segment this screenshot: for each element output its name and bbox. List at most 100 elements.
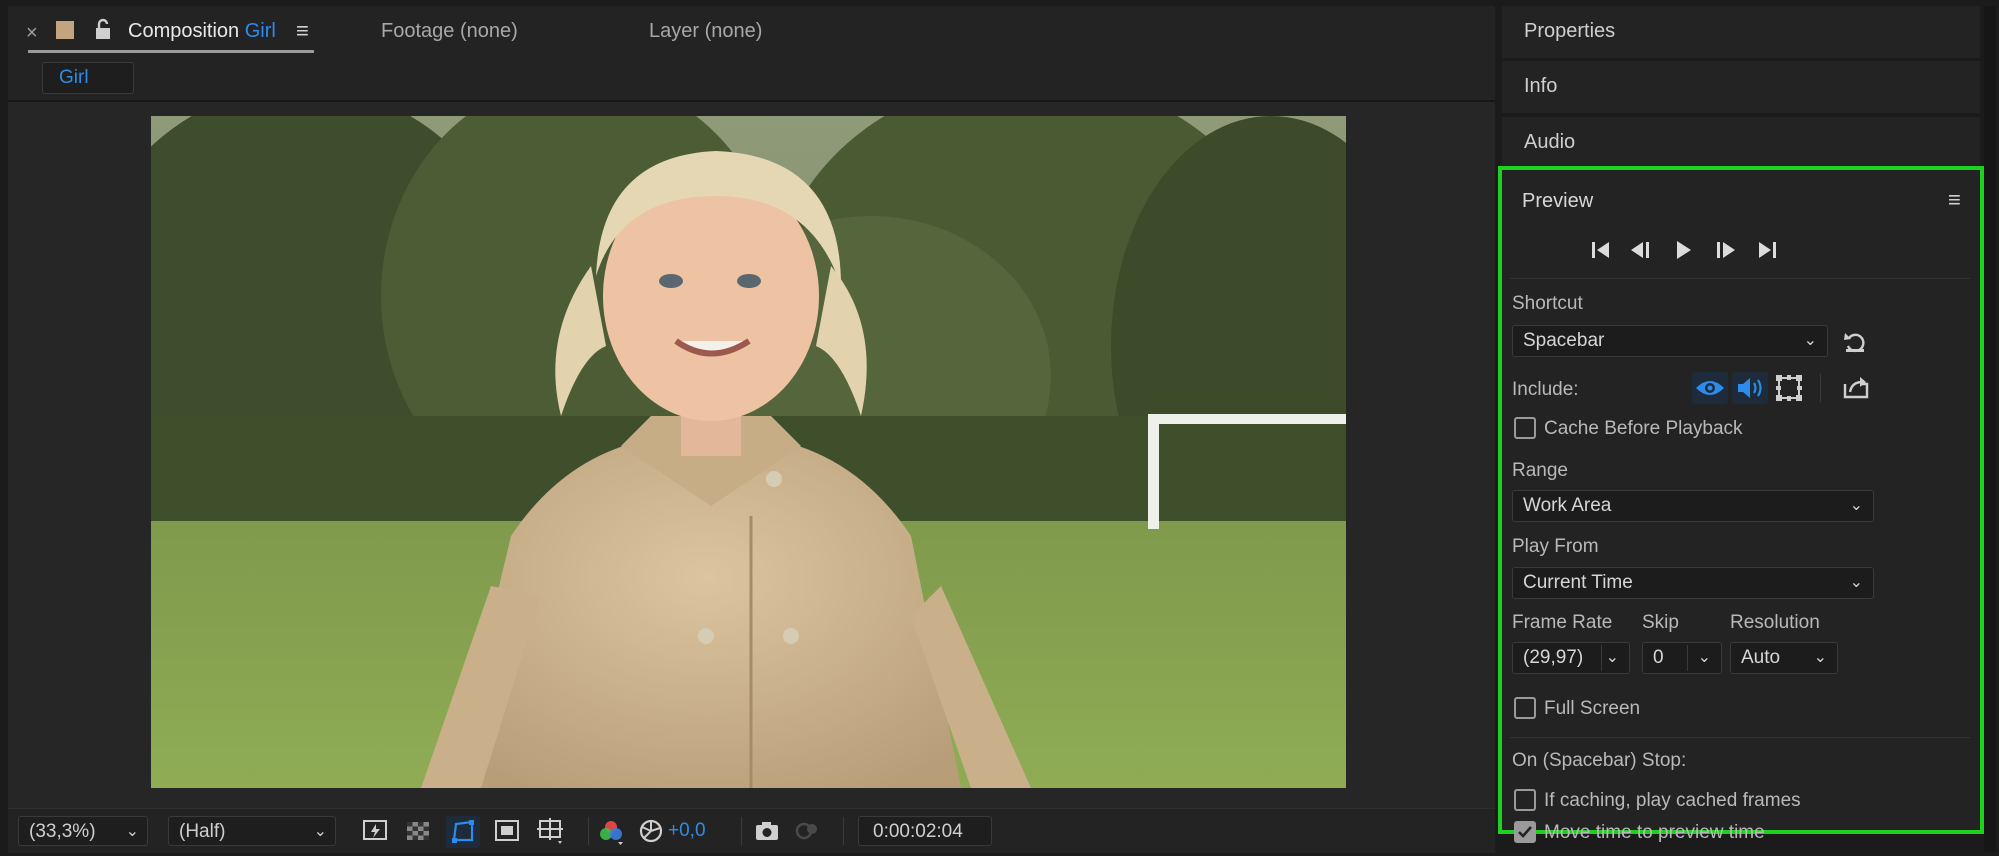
resolution-dropdown[interactable]: Auto ⌄ bbox=[1730, 642, 1838, 674]
eye-icon bbox=[1696, 381, 1724, 395]
play-from-dropdown[interactable]: Current Time ⌄ bbox=[1512, 567, 1874, 599]
mask-path-visibility-icon[interactable] bbox=[446, 816, 480, 848]
toolbar-separator bbox=[741, 817, 742, 845]
previous-frame-icon[interactable] bbox=[1627, 236, 1655, 264]
play-icon[interactable] bbox=[1669, 236, 1697, 264]
color-channels-icon[interactable] bbox=[596, 817, 624, 845]
chevron-down-icon: ⌄ bbox=[1605, 649, 1619, 666]
chevron-down-icon: ⌄ bbox=[1813, 649, 1827, 666]
chevron-down-icon: ⌄ bbox=[1849, 497, 1863, 514]
grid-guides-icon[interactable] bbox=[536, 816, 564, 844]
include-audio-toggle[interactable] bbox=[1732, 372, 1768, 404]
range-value: Work Area bbox=[1523, 495, 1612, 516]
tab-composition[interactable]: Composition Girl bbox=[128, 20, 276, 43]
dropdown-divider bbox=[1601, 645, 1602, 671]
preview-title: Preview bbox=[1522, 190, 1594, 212]
exposure-value[interactable]: +0,0 bbox=[668, 820, 706, 842]
include-overlays-icon[interactable] bbox=[1774, 374, 1804, 402]
transport-controls bbox=[1587, 236, 1827, 266]
next-frame-icon[interactable] bbox=[1711, 236, 1739, 264]
move-time-checkbox[interactable] bbox=[1514, 821, 1536, 843]
panel-menu-icon[interactable]: ≡ bbox=[1948, 187, 1961, 213]
reset-exposure-icon[interactable] bbox=[638, 818, 666, 846]
composition-panel: × Composition Girl ≡ Footage (none) Laye… bbox=[8, 6, 1495, 853]
breadcrumb-label: Girl bbox=[59, 67, 89, 88]
chevron-down-icon: ⌄ bbox=[1697, 649, 1711, 666]
divider bbox=[1510, 737, 1970, 738]
dropdown-divider bbox=[1687, 645, 1688, 671]
shortcut-dropdown[interactable]: Spacebar ⌄ bbox=[1512, 325, 1828, 357]
include-label: Include: bbox=[1512, 379, 1579, 400]
panel-menu-icon[interactable]: ≡ bbox=[296, 18, 309, 44]
transparency-grid-icon[interactable] bbox=[405, 818, 433, 846]
magnification-dropdown[interactable]: (33,3%) ⌄ bbox=[18, 816, 148, 846]
skip-label: Skip bbox=[1642, 612, 1679, 633]
current-time-display[interactable]: 0:00:02:04 bbox=[858, 816, 992, 846]
if-caching-checkbox[interactable] bbox=[1514, 789, 1536, 811]
chevron-down-icon: ⌄ bbox=[313, 823, 327, 840]
play-from-value: Current Time bbox=[1523, 572, 1633, 593]
reset-shortcut-icon[interactable] bbox=[1842, 329, 1870, 355]
info-label: Info bbox=[1524, 75, 1558, 97]
chevron-down-icon: ⌄ bbox=[1803, 332, 1817, 349]
export-preview-icon[interactable] bbox=[1842, 374, 1870, 402]
fast-previews-icon[interactable] bbox=[362, 818, 390, 846]
viewer-toolbar: (33,3%) ⌄ (Half) ⌄ +0,0 0:00:02:04 bbox=[8, 808, 1495, 853]
checkmark-icon bbox=[1518, 826, 1532, 838]
toolbar-separator bbox=[1820, 374, 1821, 402]
divider bbox=[1510, 278, 1970, 279]
timecode-value: 0:00:02:04 bbox=[873, 821, 963, 842]
tab-composition-name: Girl bbox=[244, 20, 276, 42]
resolution-value: Auto bbox=[1741, 647, 1781, 668]
resolution-label: Resolution bbox=[1730, 612, 1820, 633]
shortcut-value: Spacebar bbox=[1523, 330, 1605, 351]
chevron-down-icon: ⌄ bbox=[125, 823, 139, 840]
camera-snapshot-icon[interactable] bbox=[753, 818, 781, 846]
skip-value: 0 bbox=[1653, 647, 1664, 668]
cache-before-playback-label: Cache Before Playback bbox=[1544, 418, 1743, 439]
close-icon[interactable]: × bbox=[26, 22, 38, 45]
toolbar-separator bbox=[588, 817, 589, 845]
range-label: Range bbox=[1512, 460, 1568, 481]
last-frame-icon[interactable] bbox=[1753, 236, 1781, 264]
preview-panel: Preview ≡ Shortcut Spacebar ⌄ Include: C… bbox=[1498, 166, 1984, 843]
first-frame-icon[interactable] bbox=[1587, 236, 1615, 264]
full-screen-label: Full Screen bbox=[1544, 698, 1641, 719]
frame-rate-dropdown[interactable]: (29,97) ⌄ bbox=[1512, 642, 1630, 674]
properties-label: Properties bbox=[1524, 20, 1616, 42]
tab-layer[interactable]: Layer (none) bbox=[649, 20, 762, 43]
resolution-dropdown[interactable]: (Half) ⌄ bbox=[168, 816, 336, 846]
include-video-toggle[interactable] bbox=[1692, 372, 1728, 404]
audio-label: Audio bbox=[1524, 131, 1576, 153]
full-screen-checkbox[interactable] bbox=[1514, 697, 1536, 719]
show-snapshot-icon[interactable] bbox=[793, 818, 821, 846]
composition-tabs: × Composition Girl ≡ Footage (none) Laye… bbox=[8, 6, 1495, 62]
chevron-down-icon: ⌄ bbox=[1849, 574, 1863, 591]
info-panel-header[interactable]: Info bbox=[1502, 61, 1980, 113]
breadcrumb[interactable]: Girl bbox=[42, 62, 134, 94]
properties-panel-header[interactable]: Properties bbox=[1502, 6, 1980, 58]
move-time-label: Move time to preview time bbox=[1544, 822, 1765, 843]
skip-dropdown[interactable]: 0 ⌄ bbox=[1642, 642, 1722, 674]
shortcut-label: Shortcut bbox=[1512, 293, 1583, 314]
speaker-icon bbox=[1738, 378, 1762, 398]
tab-footage[interactable]: Footage (none) bbox=[381, 20, 518, 43]
on-stop-label: On (Spacebar) Stop: bbox=[1512, 750, 1687, 771]
region-of-interest-icon[interactable] bbox=[494, 818, 522, 846]
audio-panel-header[interactable]: Audio bbox=[1502, 117, 1980, 169]
cache-before-playback-checkbox[interactable] bbox=[1514, 417, 1536, 439]
lock-icon[interactable] bbox=[93, 18, 113, 48]
resolution-value: (Half) bbox=[179, 821, 226, 842]
composition-frame-image[interactable] bbox=[151, 116, 1346, 788]
tab-composition-prefix: Composition bbox=[128, 20, 240, 42]
frame-rate-value: (29,97) bbox=[1523, 647, 1584, 668]
toolbar-separator bbox=[843, 817, 844, 845]
tab-active-underline bbox=[28, 50, 314, 53]
range-dropdown[interactable]: Work Area ⌄ bbox=[1512, 490, 1874, 522]
frame-rate-label: Frame Rate bbox=[1512, 612, 1613, 633]
frame-illustration bbox=[151, 116, 1346, 788]
color-swatch-icon[interactable] bbox=[56, 21, 74, 39]
magnification-value: (33,3%) bbox=[29, 821, 96, 842]
play-from-label: Play From bbox=[1512, 536, 1599, 557]
panel-scrollbar[interactable] bbox=[1984, 6, 1996, 852]
